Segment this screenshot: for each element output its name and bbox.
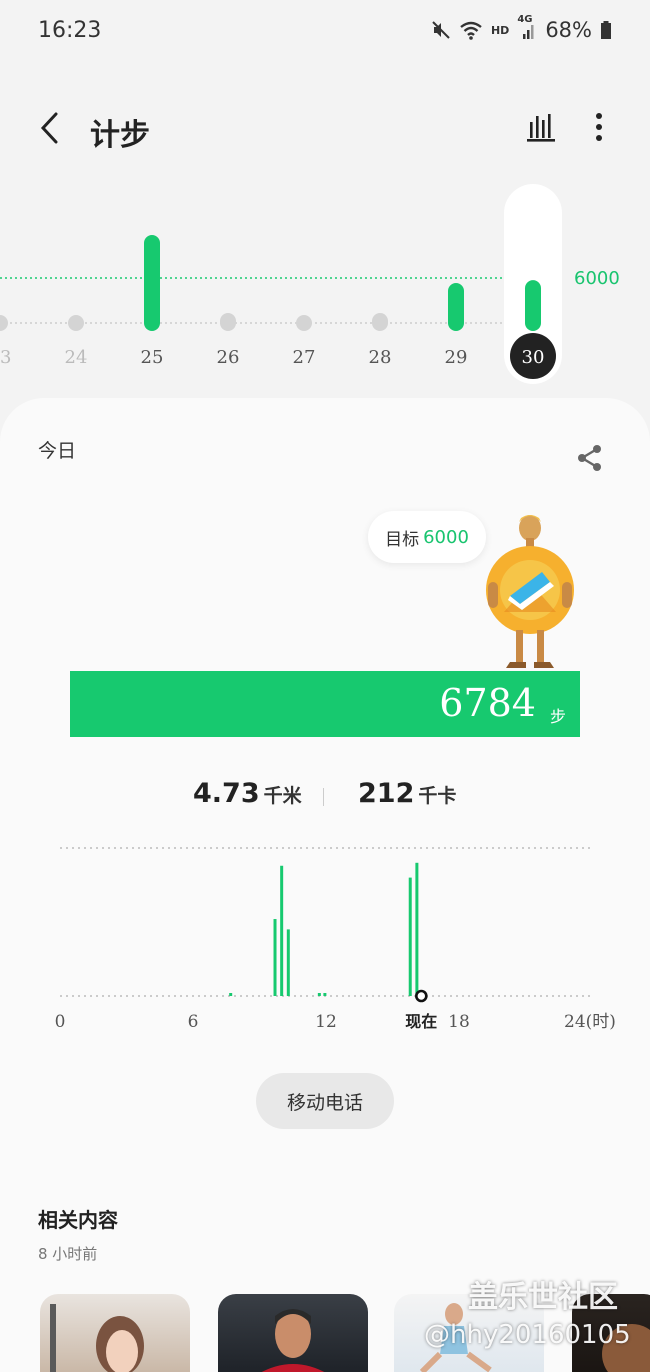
week-chart[interactable]: 23 24 25 26 27 28 29 30 — [0, 180, 650, 390]
trend-button[interactable] — [524, 110, 558, 144]
battery-percent: 68% — [545, 18, 592, 42]
today-label: 今日 — [38, 440, 77, 462]
watermark-user: @hhy20160105 — [424, 1320, 631, 1350]
more-button[interactable] — [586, 110, 612, 144]
day-bar[interactable] — [296, 315, 312, 331]
mascot-illustration — [486, 515, 574, 668]
now-label: 现在 — [405, 1012, 437, 1031]
day-label[interactable]: 23 — [0, 347, 11, 368]
day-label[interactable]: 28 — [369, 347, 392, 368]
signal-label: 4G — [517, 14, 533, 25]
steps-progress-bar: 6784 步 — [70, 671, 580, 737]
day-label[interactable]: 30 — [522, 347, 545, 368]
page-title: 计步 — [90, 118, 150, 153]
device-source-button[interactable]: 移动电话 — [256, 1073, 394, 1129]
back-button[interactable] — [34, 108, 68, 148]
hour-bar — [317, 993, 321, 996]
mute-icon — [431, 20, 451, 40]
day-label[interactable]: 25 — [141, 347, 164, 368]
distance-unit: 千米 — [263, 785, 302, 807]
hour-bar — [286, 929, 290, 996]
calories-stat: 212 千卡 — [358, 778, 456, 809]
steps-unit: 步 — [549, 707, 566, 726]
related-content-title: 相关内容 — [38, 1208, 118, 1232]
calories-unit: 千卡 — [418, 785, 457, 807]
status-bar: 16:23 HD 4G 68% — [0, 0, 650, 62]
day-bar[interactable] — [372, 313, 388, 331]
day-bar[interactable] — [220, 313, 236, 331]
hour-bar — [229, 993, 233, 996]
goal-label: 6000 — [574, 268, 620, 289]
now-marker — [415, 989, 428, 1003]
distance-value: 4.73 — [193, 778, 260, 809]
x-tick-label: 0 — [55, 1012, 66, 1032]
watermark-site: 盖乐世社区 — [468, 1280, 618, 1315]
share-button[interactable] — [574, 442, 606, 474]
share-icon — [578, 445, 601, 471]
related-thumbnail[interactable] — [40, 1294, 190, 1372]
hour-bar — [273, 919, 277, 996]
hd-label: HD — [490, 23, 510, 37]
calories-value: 212 — [358, 778, 415, 809]
x-tick-label: 6 — [188, 1012, 199, 1032]
signal-icon: 4G — [517, 14, 537, 40]
day-label[interactable]: 24 — [65, 347, 88, 368]
related-content-time: 8 小时前 — [38, 1245, 98, 1263]
hour-bar — [408, 877, 412, 996]
day-bar[interactable] — [144, 235, 160, 331]
stats-row: 4.73 千米 212 千卡 — [0, 778, 650, 818]
status-icons: HD 4G 68% — [431, 14, 612, 42]
day-bar[interactable] — [0, 315, 8, 331]
battery-icon — [600, 20, 612, 40]
related-thumbnail[interactable] — [218, 1294, 368, 1372]
hour-bar — [323, 993, 327, 996]
x-tick-label: 18 — [448, 1012, 470, 1032]
hour-bar — [415, 862, 419, 996]
more-vertical-icon — [596, 113, 602, 141]
target-value: 6000 — [423, 526, 469, 548]
target-bubble: 目标 6000 — [368, 511, 486, 563]
hour-bar — [280, 865, 284, 996]
day-bar[interactable] — [525, 280, 541, 331]
x-tick-label: 12 — [315, 1012, 337, 1032]
day-bar[interactable] — [68, 315, 84, 331]
bar-chart-icon — [527, 114, 555, 142]
steps-value: 6784 — [439, 681, 536, 725]
x-tick-label: 24(时) — [564, 1012, 616, 1032]
day-label[interactable]: 29 — [445, 347, 468, 368]
target-label: 目标 — [385, 529, 420, 550]
hourly-steps-chart: 0 6 12 18 24(时) 现在 — [55, 847, 616, 1032]
status-time: 16:23 — [38, 18, 102, 43]
day-bar[interactable] — [448, 283, 464, 331]
day-label[interactable]: 27 — [293, 347, 316, 368]
distance-stat: 4.73 千米 — [193, 778, 302, 809]
day-label[interactable]: 26 — [217, 347, 240, 368]
chevron-left-icon — [40, 112, 58, 144]
stats-divider — [323, 788, 324, 806]
wifi-icon — [459, 20, 483, 40]
